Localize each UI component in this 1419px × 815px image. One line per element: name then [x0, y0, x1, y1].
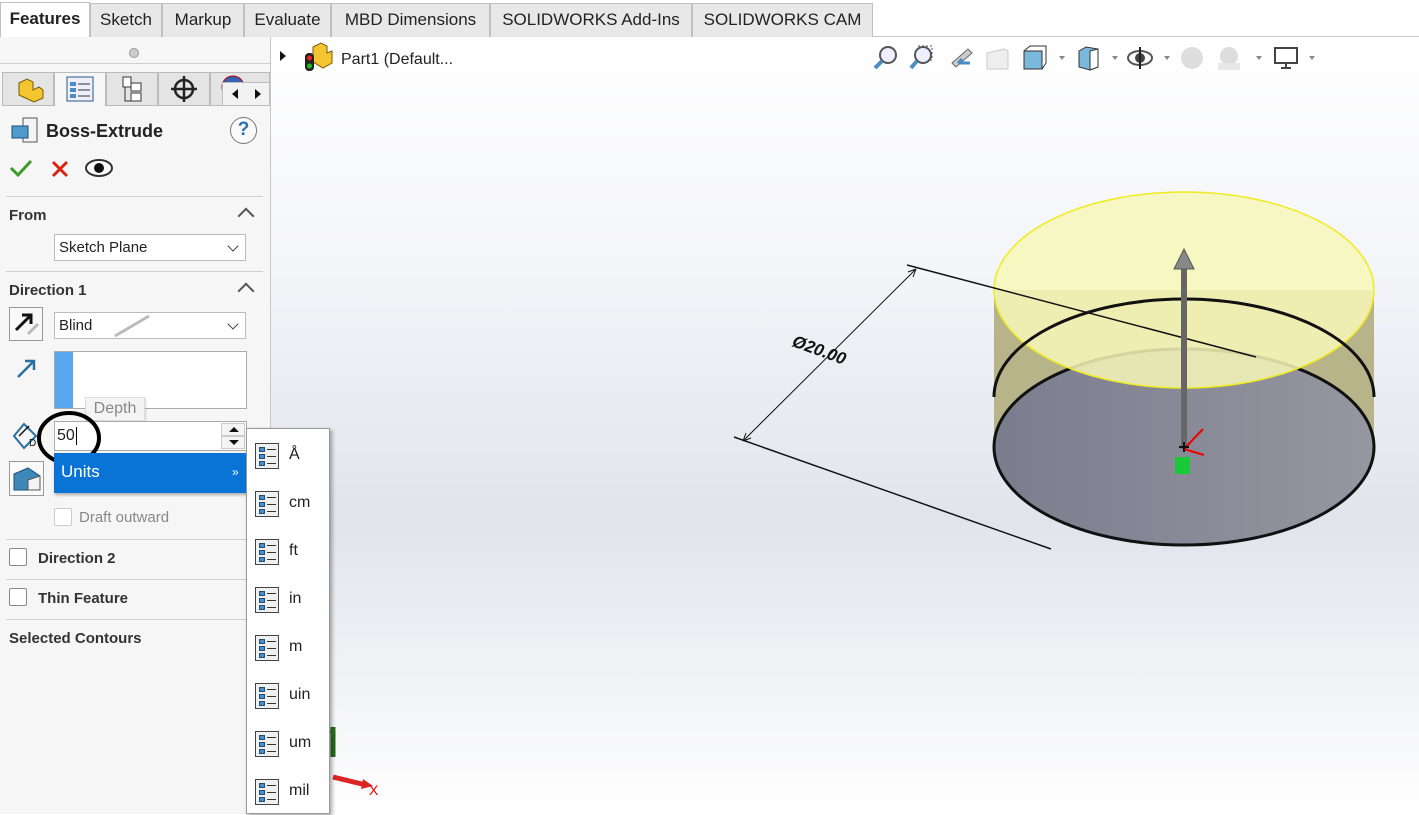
help-icon[interactable]: ? — [230, 117, 257, 144]
units-menu-item[interactable]: mil — [247, 767, 331, 815]
units-menu-item[interactable]: ft — [247, 527, 331, 575]
command-manager-tabs: Features Sketch Markup Evaluate MBD Dime… — [0, 0, 1419, 38]
chevron-down-icon — [227, 318, 239, 330]
reverse-direction-button[interactable] — [9, 307, 43, 341]
cancel-x-icon[interactable] — [50, 159, 70, 179]
unit-label: m — [289, 638, 303, 655]
blind-condition-icon — [114, 314, 150, 338]
unit-label: mil — [289, 782, 310, 799]
draft-outward-checkbox[interactable] — [54, 508, 72, 526]
unit-list-icon — [255, 539, 279, 565]
direction-vector-icon — [17, 359, 36, 378]
draft-outward-label: Draft outward — [79, 509, 170, 526]
tab-scroll-buttons — [222, 82, 270, 106]
tab-markup[interactable]: Markup — [162, 3, 244, 37]
unit-list-icon — [255, 635, 279, 661]
dimxpert-tab[interactable] — [158, 72, 210, 106]
property-manager-icon — [66, 76, 94, 102]
selected-contours-heading[interactable]: Selected Contours — [9, 630, 142, 647]
unit-label: uin — [289, 686, 311, 703]
direction1-heading[interactable]: Direction 1 — [9, 282, 87, 299]
property-manager-tab[interactable] — [54, 72, 106, 106]
from-select-value: Sketch Plane — [59, 239, 148, 256]
chevron-down-icon — [227, 240, 239, 252]
unit-list-icon — [255, 443, 279, 469]
tab-evaluate[interactable]: Evaluate — [244, 3, 331, 37]
draft-toggle-button[interactable] — [9, 461, 44, 496]
unit-list-icon — [255, 779, 279, 805]
unit-list-icon — [255, 587, 279, 613]
end-condition-value: Blind — [59, 317, 93, 334]
unit-label: ft — [289, 542, 298, 559]
property-manager-panel: Boss-Extrude ? From Sketch Plane Directi… — [0, 37, 271, 814]
feature-title: Boss-Extrude — [46, 121, 164, 141]
units-menu-item[interactable]: m — [247, 623, 331, 671]
origin-marker — [1175, 457, 1190, 474]
submenu-arrow-icon: » — [232, 465, 239, 479]
unit-label: cm — [289, 494, 311, 511]
graphics-area[interactable]: Part1 (Default... Ø20.00 X Y — [271, 37, 1419, 814]
panel-grip-handle[interactable] — [129, 48, 139, 58]
units-menu-item[interactable]: um — [247, 719, 331, 767]
collapse-from-icon[interactable] — [237, 207, 255, 225]
end-condition-select[interactable]: Blind — [54, 312, 246, 339]
thin-feature-heading[interactable]: Thin Feature — [38, 590, 128, 607]
spin-up-button[interactable] — [221, 423, 245, 436]
diameter-dimension-label: Ø20.00 — [790, 332, 849, 369]
units-context-menu-item[interactable]: Units » — [54, 453, 247, 493]
boss-extrude-icon — [11, 117, 38, 143]
tab-solidworks-add-ins[interactable]: SOLIDWORKS Add-Ins — [490, 3, 692, 37]
direction-selection-box[interactable] — [54, 351, 247, 409]
from-select[interactable]: Sketch Plane — [54, 234, 246, 261]
from-section-heading[interactable]: From — [9, 207, 47, 224]
units-label: Units — [61, 462, 100, 481]
unit-list-icon — [255, 683, 279, 709]
tab-solidworks-cam[interactable]: SOLIDWORKS CAM — [692, 3, 873, 37]
unit-list-icon — [255, 731, 279, 757]
crosshair-icon — [171, 76, 197, 102]
tab-sketch[interactable]: Sketch — [90, 3, 162, 37]
tab-features[interactable]: Features — [0, 2, 90, 38]
scroll-right-icon[interactable] — [255, 89, 261, 99]
configuration-manager-tab[interactable] — [106, 72, 158, 106]
triad-x-label: X — [369, 782, 379, 798]
reverse-direction-icon — [14, 313, 40, 336]
preview-eye-icon[interactable] — [84, 157, 114, 179]
unit-list-icon — [255, 491, 279, 517]
collapse-direction1-icon[interactable] — [237, 282, 255, 300]
spin-down-button[interactable] — [221, 436, 245, 449]
unit-label: in — [289, 590, 302, 607]
tab-mbd-dimensions[interactable]: MBD Dimensions — [331, 3, 490, 37]
reference-triad: X Y — [328, 727, 379, 798]
thin-feature-checkbox[interactable] — [9, 588, 27, 606]
feature-manager-tab[interactable] — [2, 72, 54, 106]
scroll-left-icon[interactable] — [232, 89, 238, 99]
units-menu-item[interactable]: cm — [247, 479, 331, 527]
units-menu-item[interactable]: Å — [247, 431, 331, 479]
units-menu-item[interactable]: in — [247, 575, 331, 623]
configuration-manager-icon — [122, 76, 142, 102]
draft-icon — [13, 467, 41, 491]
direction2-checkbox[interactable] — [9, 548, 27, 566]
direction2-heading[interactable]: Direction 2 — [38, 550, 116, 567]
units-menu-item[interactable]: uin — [247, 671, 331, 719]
feature-manager-icon — [18, 78, 44, 103]
units-submenu: Åcm ft in m uin um mil — [246, 428, 330, 814]
model-view: Ø20.00 X Y — [328, 191, 1376, 798]
unit-label: um — [289, 734, 312, 751]
unit-label: Å — [289, 446, 300, 463]
ok-checkmark-icon[interactable] — [9, 158, 33, 178]
